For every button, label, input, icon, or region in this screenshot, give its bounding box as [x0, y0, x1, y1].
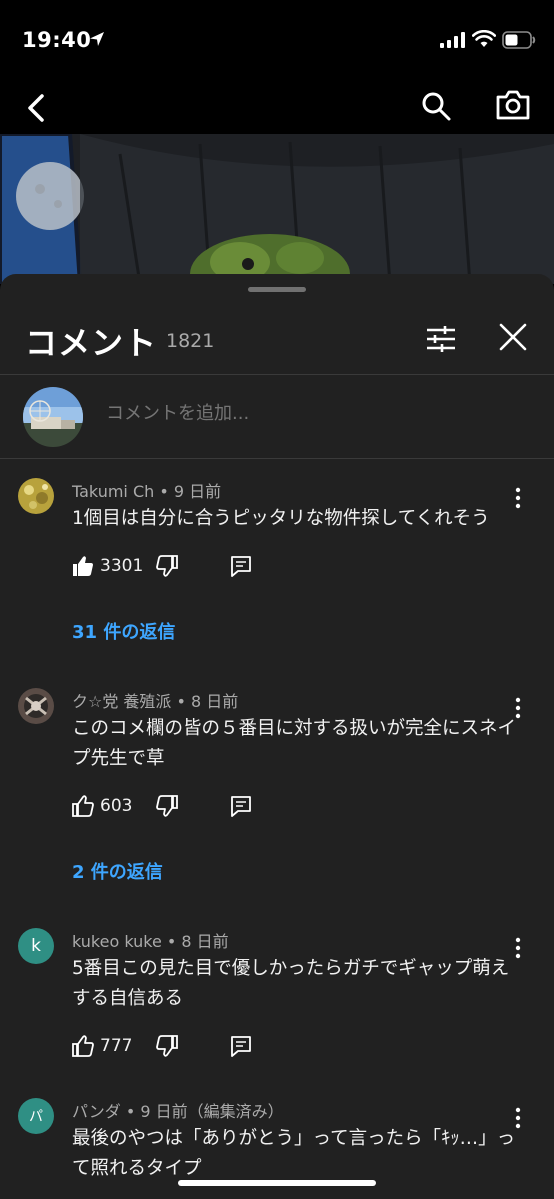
close-icon[interactable] [496, 320, 530, 354]
thumb-down-icon[interactable] [156, 554, 178, 578]
video-player-thumbnail[interactable] [0, 134, 554, 284]
comment-text: このコメ欄の皆の５番目に対する扱いが完全にスネイプ先生で草 [72, 718, 517, 769]
cellular-signal-icon [440, 32, 465, 48]
comments-panel: コメント 1821 コメントを追加... Takumi Ch • 9 日前 1個… [0, 274, 554, 1199]
thumb-up-icon[interactable] [72, 554, 94, 578]
like-count: 603 [100, 796, 133, 816]
more-vertical-icon[interactable] [508, 936, 528, 960]
video-frame-image [0, 134, 554, 284]
comment-author-time[interactable]: ク☆党 養殖派 • 8 日前 [72, 688, 238, 712]
status-bar: 19:40 [0, 0, 554, 80]
top-nav-bar [0, 80, 554, 134]
thumb-up-icon[interactable] [72, 794, 94, 818]
camera-icon[interactable] [494, 86, 532, 124]
comment-text: 5番目この見た目で優しかったらガチでギャップ萌えする自信ある [72, 958, 510, 1009]
status-time: 19:40 [22, 28, 92, 52]
comment-text: 最後のやつは「ありがとう」って言ったら「ｷｯ…」って照れるタイプ [72, 1128, 516, 1179]
sliders-icon[interactable] [424, 322, 458, 356]
comment-reply-icon[interactable] [230, 554, 252, 578]
commenter-avatar[interactable] [18, 478, 54, 514]
add-comment-input[interactable] [106, 403, 406, 424]
user-avatar [23, 387, 83, 447]
commenter-avatar[interactable]: k [18, 928, 54, 964]
thumb-up-icon[interactable] [72, 1034, 94, 1058]
chevron-left-icon[interactable] [22, 88, 52, 128]
search-icon[interactable] [418, 88, 454, 124]
avatar-letter: パ [29, 1109, 43, 1125]
comment-author-time[interactable]: kukeo kuke • 8 日前 [72, 928, 229, 952]
comment-count: 1821 [166, 330, 215, 352]
thumb-down-icon[interactable] [156, 1034, 178, 1058]
comments-header: コメント 1821 [0, 304, 554, 374]
more-vertical-icon[interactable] [508, 1106, 528, 1130]
comment-reply-icon[interactable] [230, 1034, 252, 1058]
more-vertical-icon[interactable] [508, 696, 528, 720]
add-comment-row[interactable] [0, 374, 554, 459]
more-vertical-icon[interactable] [508, 486, 528, 510]
home-indicator [178, 1180, 376, 1186]
commenter-avatar[interactable]: パ [18, 1098, 54, 1134]
view-replies-link[interactable]: 31 件の返信 [72, 618, 175, 644]
location-arrow-icon [90, 32, 104, 46]
panel-title: コメント [25, 324, 158, 362]
comment-author-time[interactable]: パンダ • 9 日前（編集済み） [72, 1098, 284, 1122]
wifi-icon [472, 30, 496, 47]
comment-author-time[interactable]: Takumi Ch • 9 日前 [72, 478, 221, 502]
view-replies-link[interactable]: 2 件の返信 [72, 858, 163, 884]
like-count: 3301 [100, 556, 144, 576]
commenter-avatar[interactable] [18, 688, 54, 724]
comment-text: 1個目は自分に合うピッタリな物件探してくれそう [72, 508, 490, 529]
comment-reply-icon[interactable] [230, 794, 252, 818]
avatar-letter: k [31, 936, 41, 956]
battery-icon [502, 31, 536, 49]
thumb-down-icon[interactable] [156, 794, 178, 818]
drag-handle[interactable] [248, 287, 306, 292]
like-count: 777 [100, 1036, 133, 1056]
